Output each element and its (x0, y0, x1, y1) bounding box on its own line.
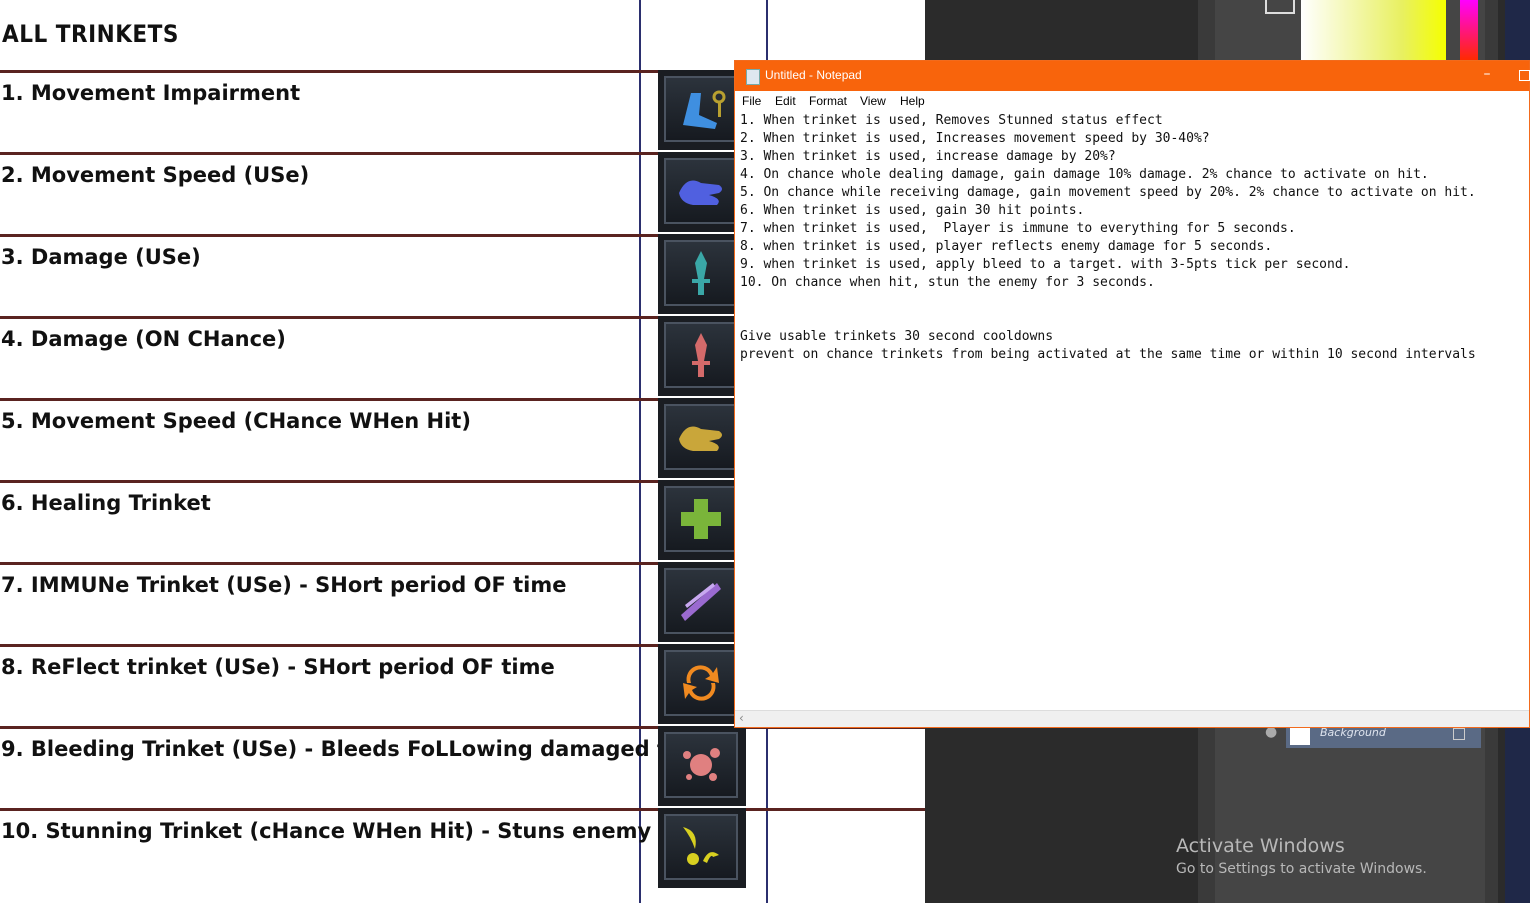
text-line: 9. when trinket is used, apply bleed to … (740, 257, 1351, 272)
text-line: prevent on chance trinkets from being ac… (740, 347, 1476, 362)
menu-format[interactable]: Format (809, 94, 847, 108)
green-cross-icon (664, 486, 738, 552)
window-title: Untitled - Notepad (765, 68, 862, 82)
trinket-icon-frame (658, 562, 746, 642)
notepad-titlebar[interactable]: Untitled - Notepad – (735, 61, 1530, 91)
trinket-icon-frame (658, 316, 746, 396)
trinket-row: 9. Bleeding Trinket (USe) - Bleeds FoLLo… (0, 726, 925, 811)
trinket-label: 7. IMMUNe Trinket (USe) - SHort period O… (1, 573, 567, 597)
text-line (740, 310, 1529, 328)
blue-hand-icon (664, 158, 738, 224)
text-line: 7. when trinket is used, Player is immun… (740, 221, 1296, 236)
red-sword-icon (664, 322, 738, 388)
trinket-label: 4. Damage (ON CHance) (1, 327, 286, 351)
yellow-stun-icon (664, 814, 738, 880)
gold-hand-icon (664, 404, 738, 470)
notepad-icon (746, 69, 760, 85)
trinket-label: 2. Movement Speed (USe) (1, 163, 310, 187)
lock-icon[interactable] (1453, 728, 1465, 740)
text-line: 4. On chance whole dealing damage, gain … (740, 167, 1429, 182)
menu-bar: File Edit Format View Help (735, 91, 1529, 111)
trinket-label: 9. Bleeding Trinket (USe) - Bleeds FoLLo… (1, 737, 731, 761)
trinket-row: 10. Stunning Trinket (cHance WHen Hit) -… (0, 808, 925, 893)
trinket-label: 6. Healing Trinket (1, 491, 211, 515)
trinket-label: 5. Movement Speed (CHance WHen Hit) (1, 409, 471, 433)
horizontal-scrollbar[interactable]: ‹ (735, 710, 1529, 727)
trinket-label: 10. Stunning Trinket (cHance WHen Hit) -… (1, 819, 652, 843)
trinket-label: 1. Movement Impairment (1, 81, 301, 105)
maximize-button[interactable] (1519, 70, 1530, 81)
blood-splat-icon (664, 732, 738, 798)
text-line: 8. when trinket is used, player reflects… (740, 239, 1273, 254)
trinket-icon-frame (658, 726, 746, 806)
hue-slider[interactable] (1460, 0, 1478, 60)
trinket-label: 3. Damage (USe) (1, 245, 201, 269)
text-editor-area[interactable]: 1. When trinket is used, Removes Stunned… (740, 112, 1529, 712)
menu-file[interactable]: File (742, 94, 761, 108)
text-line: Give usable trinkets 30 second cooldowns (740, 329, 1054, 344)
trinket-icon-frame (658, 70, 746, 150)
text-line: 2. When trinket is used, Increases movem… (740, 131, 1210, 146)
activate-windows-watermark: Activate Windows Go to Settings to activ… (1176, 835, 1427, 877)
color-picker-field[interactable] (1301, 0, 1446, 60)
winged-boot-key-icon (664, 76, 738, 142)
menu-edit[interactable]: Edit (775, 94, 796, 108)
text-line: 5. On chance while receiving damage, gai… (740, 185, 1476, 200)
sheet-title: ALL TRINKETS (2, 20, 179, 48)
trinket-icon-frame (658, 480, 746, 560)
trinket-icon-frame (658, 808, 746, 888)
trinket-icon-frame (658, 644, 746, 724)
notepad-window[interactable]: Untitled - Notepad – File Edit Format Vi… (734, 60, 1530, 728)
text-line: 3. When trinket is used, increase damage… (740, 149, 1116, 164)
teal-sword-icon (664, 240, 738, 306)
activate-subtitle: Go to Settings to activate Windows. (1176, 861, 1427, 877)
trinket-icon-frame (658, 398, 746, 478)
menu-view[interactable]: View (860, 94, 886, 108)
trinket-label: 8. ReFlect trinket (USe) - SHort period … (1, 655, 555, 679)
color-swatch[interactable] (1265, 0, 1295, 14)
purple-slash-icon (664, 568, 738, 634)
trinket-icon-frame (658, 234, 746, 314)
orange-arrows-icon (664, 650, 738, 716)
activate-title: Activate Windows (1176, 835, 1345, 857)
text-line (740, 292, 1529, 310)
trinket-icon-frame (658, 152, 746, 232)
scroll-left-icon[interactable]: ‹ (739, 711, 744, 725)
minimize-button[interactable]: – (1477, 66, 1497, 86)
menu-help[interactable]: Help (900, 94, 925, 108)
text-line: 10. On chance when hit, stun the enemy f… (740, 275, 1155, 290)
text-line: 6. When trinket is used, gain 30 hit poi… (740, 203, 1085, 218)
text-line: 1. When trinket is used, Removes Stunned… (740, 113, 1163, 128)
layer-thumbnail (1290, 725, 1310, 745)
